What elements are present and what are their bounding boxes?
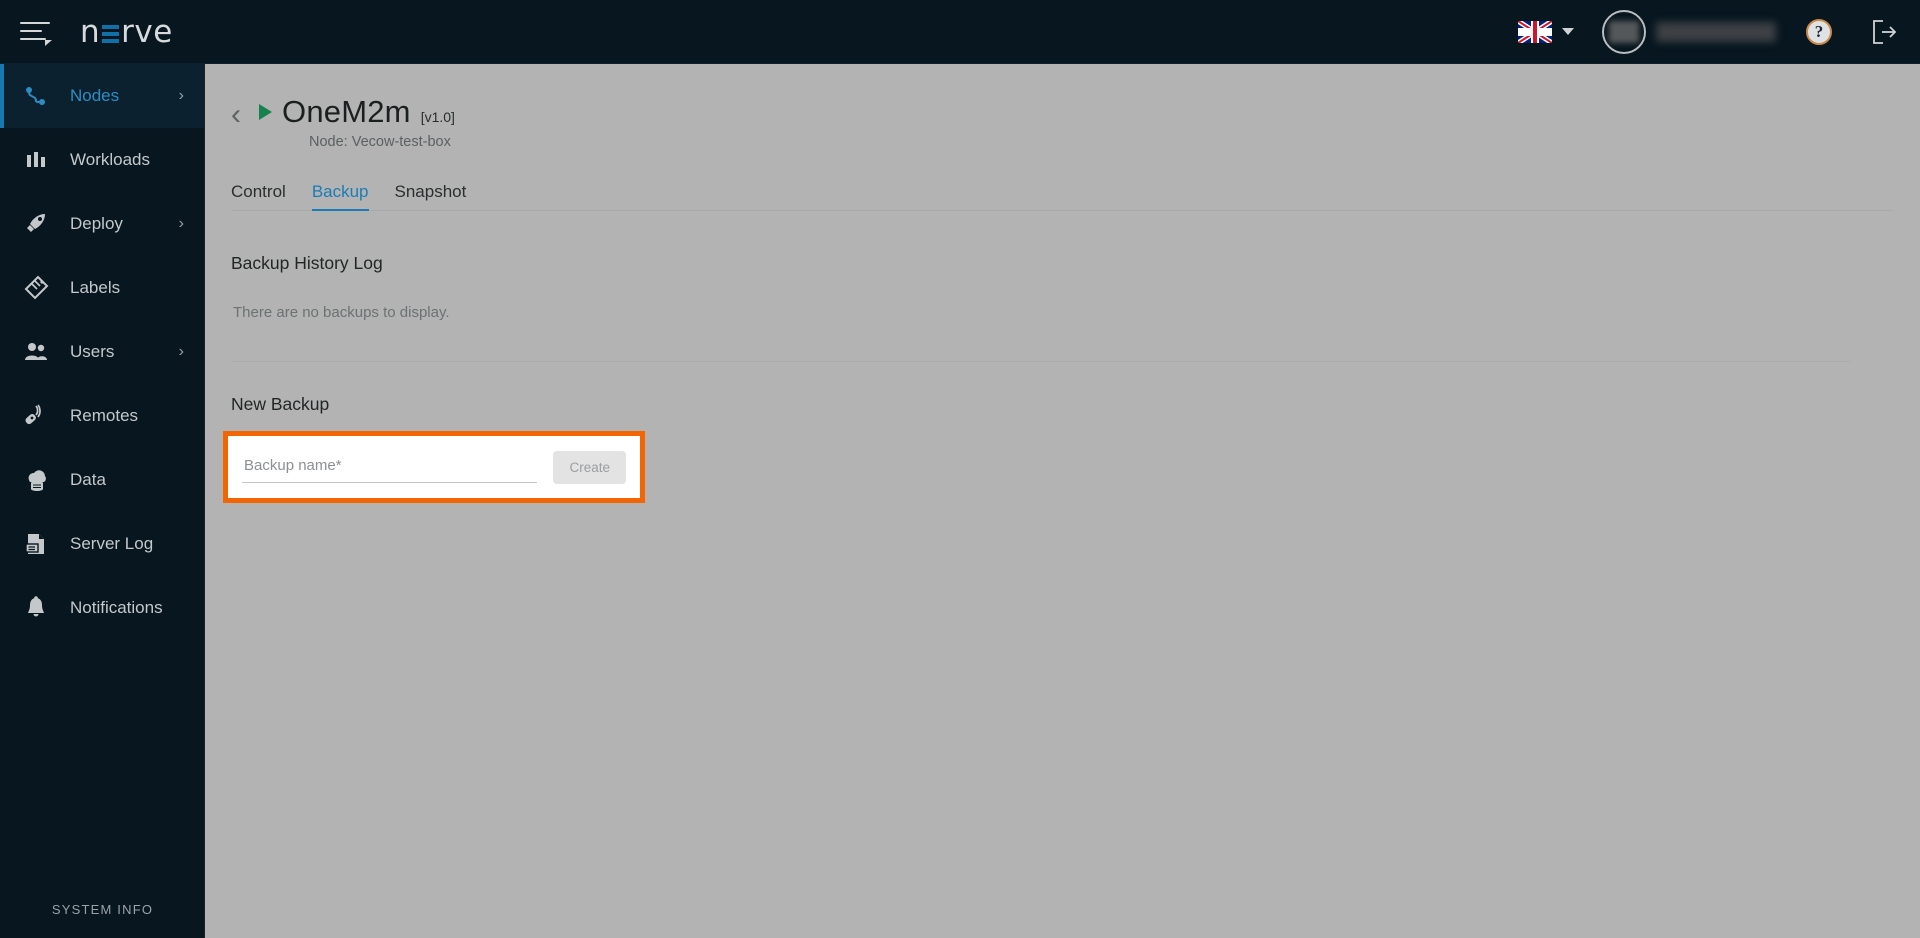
tab-control[interactable]: Control xyxy=(231,182,286,211)
sidebar-item-label: Notifications xyxy=(70,598,163,617)
create-button[interactable]: Create xyxy=(553,450,626,484)
main-content: ‹ OneM2m [v1.0] Node: Vecow-test-box Con… xyxy=(205,64,1920,938)
sidebar-item-remotes[interactable]: Remotes xyxy=(0,384,204,448)
hamburger-menu-icon[interactable] xyxy=(20,18,54,46)
sidebar-item-label: Remotes xyxy=(70,406,139,425)
username-label xyxy=(1656,21,1776,42)
sidebar-item-label: Data xyxy=(70,470,106,489)
nerve-logo: n rve xyxy=(80,14,173,50)
logo-text-after: rve xyxy=(121,13,173,50)
sidebar-item-notifications[interactable]: Notifications xyxy=(0,576,204,640)
header-actions: ? xyxy=(1518,9,1920,54)
avatar[interactable] xyxy=(1602,9,1646,54)
users-icon xyxy=(22,338,50,366)
sidebar: Nodes › Workloads Deploy › Labels Users … xyxy=(0,64,205,938)
tab-snapshot[interactable]: Snapshot xyxy=(395,182,467,211)
running-status-icon xyxy=(259,104,272,120)
nodes-icon xyxy=(22,82,50,110)
chevron-right-icon: › xyxy=(178,215,184,232)
logo-e-bars-icon xyxy=(102,20,120,43)
labels-icon xyxy=(22,274,50,302)
sidebar-item-data[interactable]: Data xyxy=(0,448,204,512)
notifications-icon xyxy=(22,594,50,622)
sidebar-item-label: Workloads xyxy=(70,150,150,169)
sidebar-item-nodes[interactable]: Nodes › xyxy=(0,64,204,128)
remotes-icon xyxy=(22,402,50,430)
new-backup-title: New Backup xyxy=(231,394,330,414)
server-log-icon xyxy=(22,530,50,558)
backup-history-title: Backup History Log xyxy=(231,253,383,273)
page-header: ‹ OneM2m [v1.0] Node: Vecow-test-box xyxy=(205,64,1920,150)
sidebar-item-label: Labels xyxy=(70,278,121,297)
top-header-bar: n rve ? xyxy=(0,0,1920,64)
chevron-right-icon: › xyxy=(178,343,184,360)
data-icon xyxy=(22,466,50,494)
sidebar-item-deploy[interactable]: Deploy › xyxy=(0,192,204,256)
sidebar-item-label: Nodes xyxy=(70,86,120,105)
uk-flag-icon[interactable] xyxy=(1518,20,1552,43)
node-label: Node: Vecow-test-box xyxy=(309,134,451,150)
sidebar-item-users[interactable]: Users › xyxy=(0,320,204,384)
chevron-down-icon[interactable] xyxy=(1562,28,1574,35)
empty-state-message: There are no backups to display. xyxy=(233,304,450,321)
tab-backup[interactable]: Backup xyxy=(311,182,369,211)
logo-text-before: n xyxy=(80,13,101,50)
chevron-right-icon: › xyxy=(178,87,184,104)
back-button[interactable]: ‹ xyxy=(231,100,241,130)
new-backup-highlight-box: Create xyxy=(223,431,645,503)
section-divider xyxy=(231,361,1851,362)
deploy-icon xyxy=(22,210,50,238)
page-title: OneM2m xyxy=(282,94,411,129)
version-label: [v1.0] xyxy=(420,109,455,125)
logout-icon[interactable] xyxy=(1870,19,1898,45)
backup-name-input[interactable] xyxy=(242,451,538,483)
sidebar-item-labels[interactable]: Labels xyxy=(0,256,204,320)
sidebar-item-workloads[interactable]: Workloads xyxy=(0,128,204,192)
sidebar-item-label: Users xyxy=(70,342,115,361)
tab-bar: Control Backup Snapshot xyxy=(231,182,1893,211)
sidebar-item-label: Server Log xyxy=(70,534,154,553)
help-icon[interactable]: ? xyxy=(1806,18,1832,45)
system-info-label[interactable]: SYSTEM INFO xyxy=(0,880,205,938)
workloads-icon xyxy=(22,146,50,174)
sidebar-item-label: Deploy xyxy=(70,214,123,233)
sidebar-item-server-log[interactable]: Server Log xyxy=(0,512,204,576)
title-row: OneM2m [v1.0] xyxy=(259,94,455,130)
